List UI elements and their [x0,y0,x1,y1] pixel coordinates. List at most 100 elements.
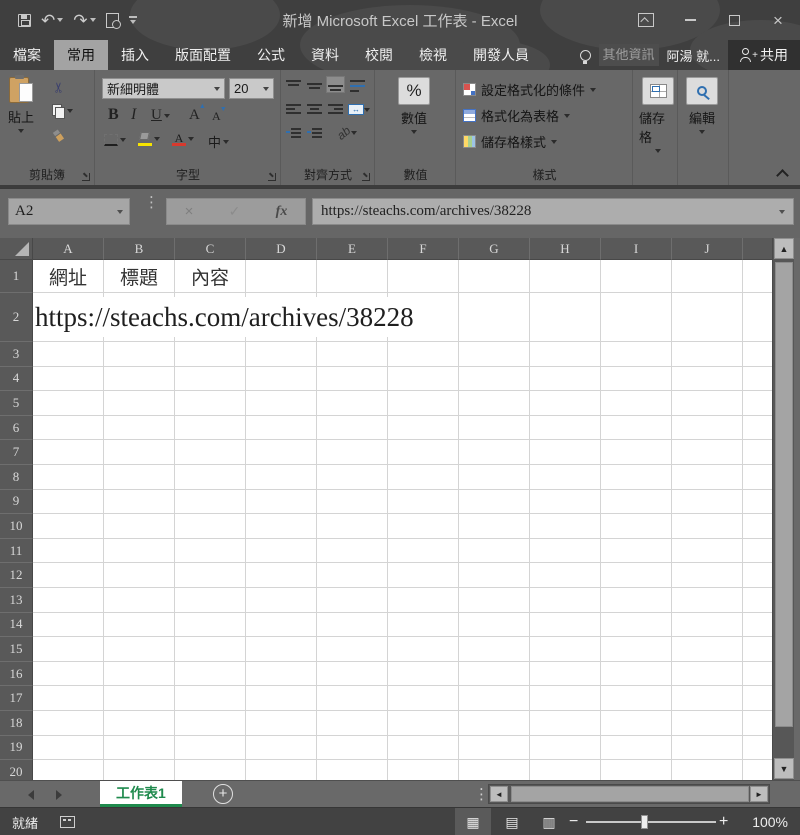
formula-bar-splitter[interactable]: ⋮ [144,195,159,210]
cell-J14[interactable] [672,612,743,638]
tellme-input[interactable]: 其他資訊 [598,44,659,66]
cell-J17[interactable] [672,686,743,711]
cell-I5[interactable] [601,391,672,416]
phonetic-dropdown-icon[interactable] [223,139,230,144]
cell-K12[interactable] [743,563,772,588]
merge-center-button[interactable]: ↔ [346,101,372,118]
cell-C12[interactable] [175,563,246,588]
cell-K1[interactable] [743,260,772,293]
clipboard-dialog-launcher[interactable] [82,173,90,181]
cell-J8[interactable] [672,464,743,490]
cell-J20[interactable] [672,760,743,780]
cell-J18[interactable] [672,710,743,736]
cell-B8[interactable] [104,464,175,490]
horizontal-scroll-thumb[interactable] [511,786,749,802]
share-button[interactable]: + 共用 [728,40,800,70]
copy-dropdown-icon[interactable] [67,108,73,113]
cell-E10[interactable] [317,514,388,539]
cell-C6[interactable] [175,415,246,441]
cell-J7[interactable] [672,440,743,465]
cell-H15[interactable] [530,637,601,662]
cell-F1[interactable] [388,260,459,293]
cell-G6[interactable] [459,415,530,441]
chevron-down-icon[interactable] [590,87,597,92]
cell-D7[interactable] [246,440,317,465]
alignment-dialog-launcher[interactable] [362,173,370,181]
tab-資料[interactable]: 資料 [298,40,352,70]
cell-I17[interactable] [601,686,672,711]
cut-button[interactable]: ✂ [50,79,66,96]
page-layout-view-button[interactable]: ▤ [494,808,530,835]
cell-F17[interactable] [388,686,459,711]
cell-G5[interactable] [459,391,530,416]
number-dropdown-icon[interactable] [411,130,417,134]
decrease-indent-button[interactable] [284,125,303,142]
formula-input[interactable]: https://steachs.com/archives/38228 [312,198,794,225]
row-header-7[interactable]: 7 [0,440,33,465]
increase-font-button[interactable]: A ▲ [189,102,206,124]
underline-dropdown-icon[interactable] [163,113,170,118]
font-name-combobox[interactable]: 新細明體 [102,78,225,99]
page-break-view-button[interactable]: ▥ [531,808,567,835]
format-painter-button[interactable] [53,130,65,143]
cell-E8[interactable] [317,464,388,490]
format-as-table-button[interactable]: 格式化為表格 [463,106,571,125]
cell-E6[interactable] [317,415,388,441]
cell-B1[interactable]: 標題 [104,260,175,293]
cell-J19[interactable] [672,735,743,761]
cell-C4[interactable] [175,366,246,392]
cell-A20[interactable] [33,760,104,780]
cell-E4[interactable] [317,366,388,392]
column-header-J[interactable]: J [672,238,743,260]
cell-H13[interactable] [530,587,601,613]
cell-J11[interactable] [672,538,743,564]
cell-C17[interactable] [175,686,246,711]
cell-K5[interactable] [743,391,772,416]
cell-H11[interactable] [530,538,601,564]
chevron-down-icon[interactable] [214,86,220,91]
cell-I19[interactable] [601,735,672,761]
cell-D17[interactable] [246,686,317,711]
editing-dropdown-icon[interactable] [699,130,705,134]
cell-A3[interactable] [33,342,104,367]
cell-C11[interactable] [175,538,246,564]
maximize-button[interactable] [712,0,756,40]
tab-插入[interactable]: 插入 [108,40,162,70]
cell-I18[interactable] [601,710,672,736]
align-center-button[interactable] [305,101,324,118]
row-header-10[interactable]: 10 [0,514,33,539]
cell-H18[interactable] [530,710,601,736]
editing-button[interactable]: 編輯 [686,77,718,134]
cell-A7[interactable] [33,440,104,465]
row-header-12[interactable]: 12 [0,563,33,588]
cell-D8[interactable] [246,464,317,490]
cell-E12[interactable] [317,563,388,588]
cell-H6[interactable] [530,415,601,441]
cell-F19[interactable] [388,735,459,761]
borders-dropdown-icon[interactable] [120,138,126,142]
cell-J13[interactable] [672,587,743,613]
cell-G11[interactable] [459,538,530,564]
redo-dropdown-icon[interactable] [89,18,96,22]
sheet-tab[interactable]: 工作表1 [100,781,182,807]
cell-I15[interactable] [601,637,672,662]
cell-G20[interactable] [459,760,530,780]
cell-E5[interactable] [317,391,388,416]
cell-I11[interactable] [601,538,672,564]
cancel-entry-icon[interactable]: × [185,203,194,220]
new-sheet-button[interactable]: + [213,784,233,804]
cell-C1[interactable]: 內容 [175,260,246,293]
cell-H5[interactable] [530,391,601,416]
cell-F15[interactable] [388,637,459,662]
select-all-button[interactable] [0,238,33,260]
cell-F14[interactable] [388,612,459,638]
cell-C18[interactable] [175,710,246,736]
zoom-in-button[interactable]: + [719,808,728,835]
cell-E11[interactable] [317,538,388,564]
cell-G4[interactable] [459,366,530,392]
cell-E16[interactable] [317,661,388,687]
cell-J4[interactable] [672,366,743,392]
cell-C19[interactable] [175,735,246,761]
cell-D15[interactable] [246,637,317,662]
insert-function-icon[interactable]: fx [276,204,288,220]
